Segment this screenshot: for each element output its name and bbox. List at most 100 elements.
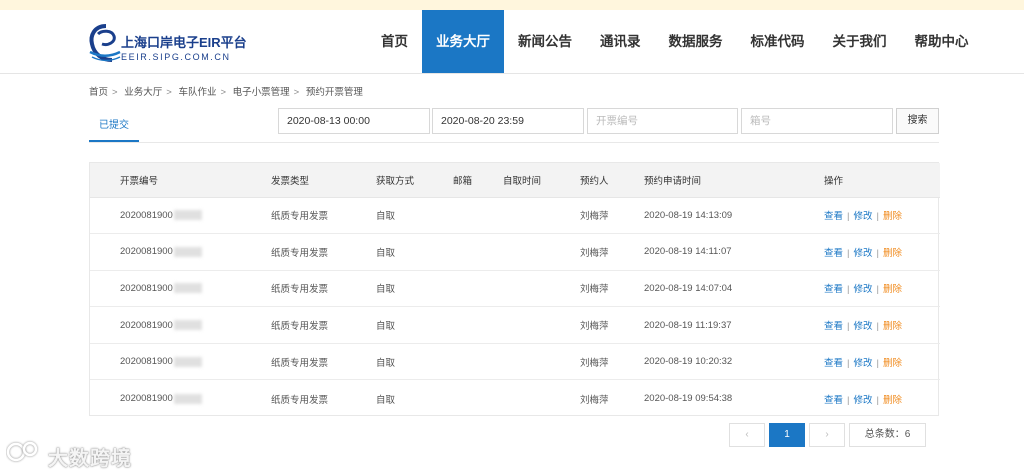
cell-pickup-time [503, 306, 580, 344]
nav-standard-codes[interactable]: 标准代码 [737, 10, 819, 73]
site-logo[interactable]: 上海口岸电子EIR平台 EEIR.SIPG.COM.CN [88, 22, 248, 66]
view-link[interactable]: 查看 [824, 284, 843, 295]
tab-submitted[interactable]: 已提交 [89, 111, 139, 142]
delete-link[interactable]: 删除 [883, 248, 902, 259]
cell-method: 自取 [376, 197, 453, 235]
redacted-mask [173, 320, 202, 331]
cell-email [453, 270, 503, 308]
redacted-mask [173, 246, 202, 257]
watermark-text: 大数跨境 [48, 448, 132, 470]
view-link[interactable]: 查看 [824, 321, 843, 332]
breadcrumb-fleet[interactable]: 车队作业 [178, 87, 216, 98]
cell-invoice-no: 2020081900 [90, 233, 271, 271]
cell-email [453, 197, 503, 235]
cell-email [453, 233, 503, 271]
table-row: 2020081900 纸质专用发票 自取 刘梅萍 2020-08-19 14:13:09… [90, 197, 940, 235]
edit-link[interactable]: 修改 [853, 358, 872, 369]
nav-help[interactable]: 帮助中心 [901, 10, 983, 73]
nav-about[interactable]: 关于我们 [819, 10, 901, 73]
invoice-no-input[interactable] [587, 108, 738, 134]
total-count: 总条数：6 [849, 423, 926, 447]
box-no-input[interactable] [741, 108, 893, 134]
col-apply-time: 预约申请时间 [644, 163, 802, 198]
cell-invoice-type: 纸质专用发票 [271, 394, 329, 406]
cell-method: 自取 [376, 306, 453, 344]
edit-link[interactable]: 修改 [853, 395, 872, 406]
view-link[interactable]: 查看 [824, 211, 843, 222]
col-invoice-no: 开票编号 [90, 163, 271, 198]
cell-actions: 查看 | 修改 | 删除 [802, 197, 940, 235]
nav-data-service[interactable]: 数据服务 [655, 10, 737, 73]
cell-pickup-time [503, 233, 580, 271]
action-separator: | [847, 357, 850, 369]
end-date-input[interactable] [432, 108, 584, 134]
col-invoice-type: 发票类型 [271, 163, 376, 198]
delete-link[interactable]: 删除 [883, 211, 902, 222]
invoice-table: 开票编号 发票类型 获取方式 邮箱 自取时间 预约人 预约申请时间 操作 202… [89, 162, 940, 417]
table-row: 2020081900 纸质专用发票 自取 刘梅萍 2020-08-19 09:54:38… [90, 380, 940, 417]
action-separator: | [876, 247, 879, 259]
start-date-input[interactable] [278, 108, 430, 134]
cell-pickup-time [503, 343, 580, 381]
cell-actions: 查看 | 修改 | 删除 [802, 270, 940, 308]
cell-actions: 查看 | 修改 | 删除 [802, 233, 940, 271]
cell-person: 刘梅萍 [580, 306, 644, 344]
main-nav: 首页 业务大厅 新闻公告 通讯录 数据服务 标准代码 关于我们 帮助中心 [367, 10, 983, 73]
cell-method: 自取 [376, 233, 453, 271]
cell-invoice-type: 纸质专用发票 [271, 197, 376, 235]
search-button[interactable]: 搜索 [896, 108, 939, 134]
prev-page-button[interactable]: ‹ [729, 423, 765, 447]
delete-link[interactable]: 删除 [883, 395, 902, 406]
breadcrumb-separator: > [112, 87, 118, 98]
col-pickup-time: 自取时间 [503, 163, 580, 198]
cell-apply-time: 2020-08-19 09:54:38 [644, 393, 733, 405]
cell-invoice-no: 2020081900 [90, 197, 271, 235]
table-row: 2020081900 纸质专用发票 自取 刘梅萍 2020-08-19 10:20:32… [90, 343, 940, 381]
edit-link[interactable]: 修改 [853, 211, 872, 222]
edit-link[interactable]: 修改 [853, 248, 872, 259]
action-separator: | [876, 357, 879, 369]
cell-method: 自取 [376, 394, 396, 406]
redacted-mask [173, 283, 202, 294]
delete-link[interactable]: 删除 [883, 321, 902, 332]
redacted-mask [173, 356, 202, 367]
cell-actions: 查看 | 修改 | 删除 [802, 306, 940, 344]
nav-contacts[interactable]: 通讯录 [586, 10, 655, 73]
nav-business-hall[interactable]: 业务大厅 [422, 10, 504, 73]
view-link[interactable]: 查看 [824, 395, 843, 406]
top-notice-banner [0, 0, 1024, 10]
breadcrumb-business-hall[interactable]: 业务大厅 [124, 87, 162, 98]
next-page-button[interactable]: › [809, 423, 845, 447]
cell-pickup-time [503, 380, 580, 417]
watermark: 大数跨境 [6, 438, 136, 470]
breadcrumb-ticket-mgmt[interactable]: 电子小票管理 [233, 87, 290, 98]
page-1-button[interactable]: 1 [769, 423, 805, 447]
cell-apply-time: 2020-08-19 11:19:37 [644, 306, 802, 344]
edit-link[interactable]: 修改 [853, 321, 872, 332]
cell-invoice-no: 2020081900 [90, 270, 271, 308]
cell-apply-time: 2020-08-19 14:11:07 [644, 233, 802, 271]
cell-person: 刘梅萍 [580, 233, 644, 271]
edit-link[interactable]: 修改 [853, 284, 872, 295]
delete-link[interactable]: 删除 [883, 358, 902, 369]
cell-pickup-time [503, 197, 580, 235]
action-separator: | [876, 211, 879, 223]
cell-method: 自取 [376, 270, 453, 308]
cell-email [453, 380, 503, 417]
cell-person: 刘梅萍 [580, 343, 644, 381]
table-row: 2020081900 纸质专用发票 自取 刘梅萍 2020-08-19 11:19:37… [90, 306, 940, 344]
cell-email [453, 343, 503, 381]
nav-home[interactable]: 首页 [367, 10, 422, 73]
breadcrumb-current: 预约开票管理 [305, 87, 363, 98]
view-link[interactable]: 查看 [824, 248, 843, 259]
delete-link[interactable]: 删除 [883, 284, 902, 295]
cell-apply-time: 2020-08-19 14:13:09 [644, 197, 802, 235]
view-link[interactable]: 查看 [824, 358, 843, 369]
cell-invoice-type: 纸质专用发票 [271, 343, 376, 381]
nav-news[interactable]: 新闻公告 [504, 10, 586, 73]
watermark-logo-icon [6, 441, 38, 462]
cell-person: 刘梅萍 [580, 270, 644, 308]
action-separator: | [847, 247, 850, 259]
logo-title: 上海口岸电子EIR平台 [121, 35, 247, 50]
breadcrumb-home[interactable]: 首页 [89, 87, 108, 98]
